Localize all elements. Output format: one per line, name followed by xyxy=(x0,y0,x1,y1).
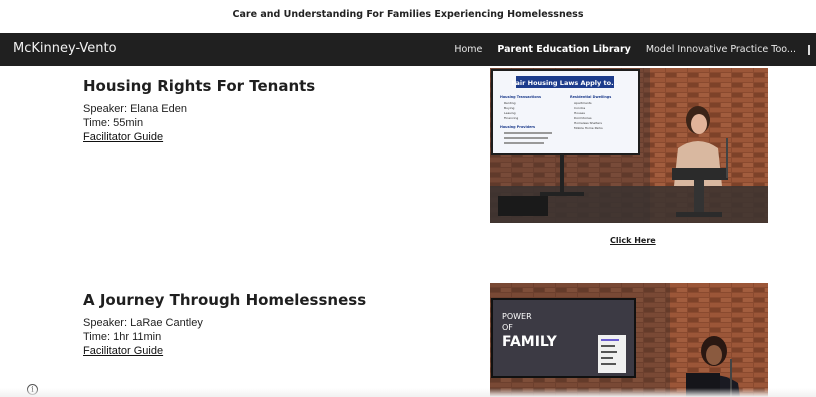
slide-col1-item: Buying xyxy=(504,106,514,110)
bottom-fade xyxy=(0,388,816,397)
slide-heading: Fair Housing Laws Apply to... xyxy=(511,79,618,87)
nav-link-model-innovative-practice[interactable]: Model Innovative Practice Too... xyxy=(646,44,796,55)
talk-speaker: Speaker: LaRae Cantley xyxy=(83,317,203,329)
slide-col2-item: Apartments xyxy=(574,101,592,105)
screen-text-of: OF xyxy=(502,323,513,332)
facilitator-guide-link[interactable]: Facilitator Guide xyxy=(83,131,163,143)
click-here-link[interactable]: Click Here xyxy=(610,236,656,245)
navbar: McKinney-Vento Home Parent Education Lib… xyxy=(0,33,816,66)
talk-title: Housing Rights For Tenants xyxy=(83,77,316,95)
site-tagline: Care and Understanding For Families Expe… xyxy=(232,9,584,20)
slide-col2-item: Dormitories xyxy=(574,116,592,120)
talk-time: Time: 1hr 11min xyxy=(83,331,162,343)
site-brand[interactable]: McKinney-Vento xyxy=(13,41,117,56)
slide-col1-item: Leasing xyxy=(504,111,516,115)
slide-col2-item: Mobile Home Parks xyxy=(574,126,603,130)
video-frame: Fair Housing Laws Apply to... Housing Tr… xyxy=(490,68,768,223)
nav-links: Home Parent Education Library Model Inno… xyxy=(439,33,816,66)
nav-overflow-edge xyxy=(808,44,816,55)
slide-col1-head2: Housing Providers xyxy=(500,125,535,129)
video-thumbnail-housing-rights[interactable]: Fair Housing Laws Apply to... Housing Tr… xyxy=(490,68,768,223)
nav-link-parent-education-library[interactable]: Parent Education Library xyxy=(497,44,630,55)
screen-text-family: FAMILY xyxy=(502,334,558,350)
slide-col2-item: Condos xyxy=(574,106,586,110)
video-thumbnail-journey-through-homelessness[interactable]: POWER OF FAMILY xyxy=(490,283,768,397)
screen-text-power: POWER xyxy=(502,312,532,321)
slide-col2-head: Residential Dwellings xyxy=(570,95,611,99)
talk-time: Time: 55min xyxy=(83,117,144,129)
slide-col1-head: Housing Transactions xyxy=(500,95,541,99)
facilitator-guide-link[interactable]: Facilitator Guide xyxy=(83,345,163,357)
talk-speaker: Speaker: Elana Eden xyxy=(83,103,187,115)
slide-col2-item: Houses xyxy=(574,111,585,115)
slide-col2-item: Homeless Shelters xyxy=(574,121,602,125)
slide-col1-item: Renting xyxy=(504,101,516,105)
video-frame: POWER OF FAMILY xyxy=(490,283,768,397)
nav-link-home[interactable]: Home xyxy=(454,44,482,55)
slide-col1-item: Financing xyxy=(504,116,518,120)
site-header: Care and Understanding For Families Expe… xyxy=(0,0,816,33)
talk-title: A Journey Through Homelessness xyxy=(83,291,367,309)
